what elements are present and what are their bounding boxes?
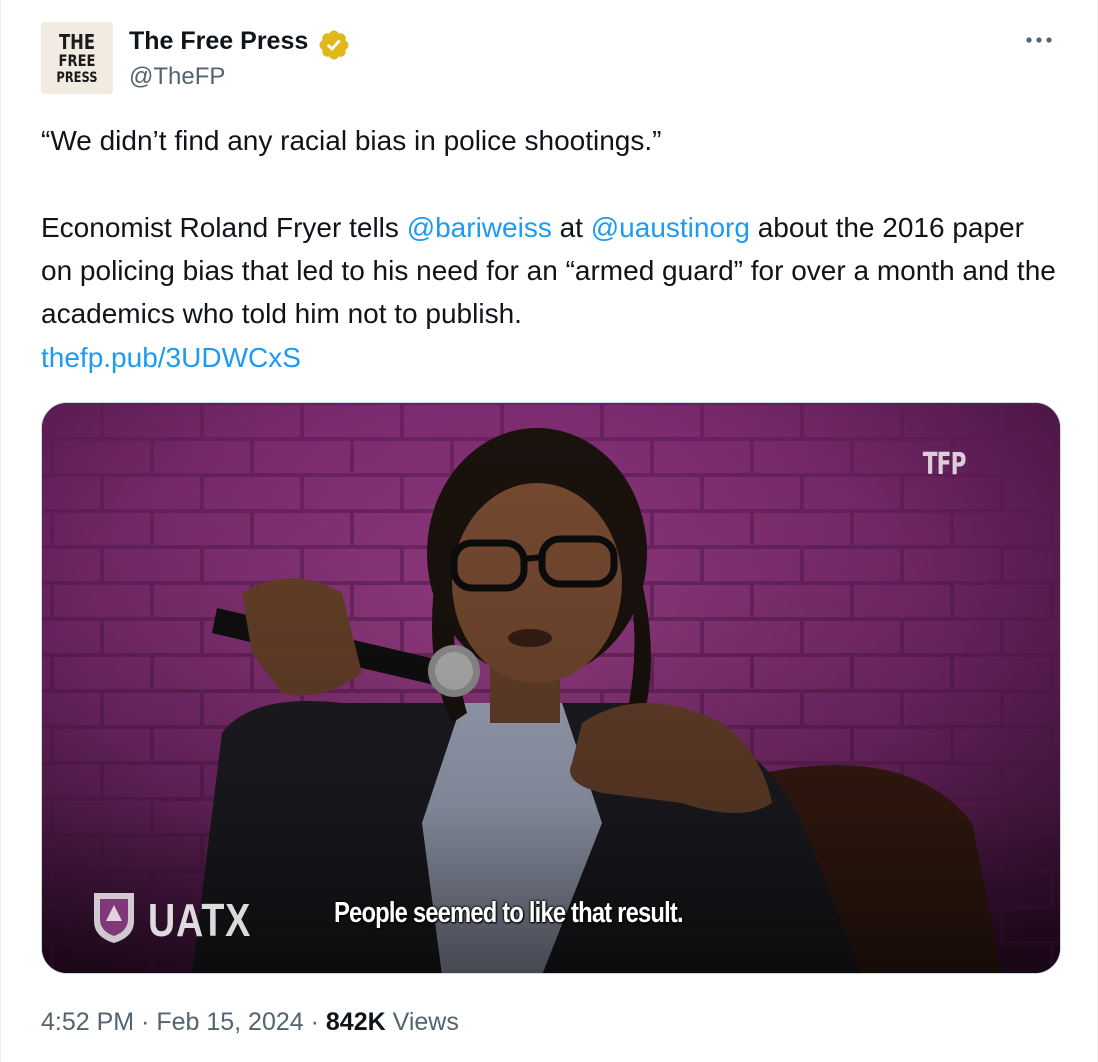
uatx-logo-text: UATX xyxy=(148,894,252,946)
video-caption: People seemed to like that result. xyxy=(334,897,684,929)
verified-badge-icon[interactable] xyxy=(317,28,351,62)
tweet-card: THE FREE PRESS The Free Press @TheFP “We… xyxy=(0,0,1098,1062)
mention-bariweiss[interactable]: @bariweiss xyxy=(407,212,552,243)
uatx-shield-icon xyxy=(94,893,134,943)
avatar[interactable]: THE FREE PRESS xyxy=(41,22,113,94)
tweet-text-quote: “We didn’t find any racial bias in polic… xyxy=(41,125,662,156)
video-player[interactable]: TFP UATX People seemed to like that resu… xyxy=(41,402,1061,974)
meta-separator: · xyxy=(134,1008,157,1036)
body-text-part: Economist Roland Fryer tells xyxy=(41,212,407,243)
ellipsis-icon xyxy=(1026,37,1052,43)
tweet-date[interactable]: Feb 15, 2024 xyxy=(156,1008,303,1036)
video-frame xyxy=(42,403,1060,973)
tweet-time[interactable]: 4:52 PM xyxy=(41,1008,134,1036)
body-text-part: at xyxy=(551,212,591,243)
free-press-logo: THE FREE PRESS xyxy=(41,22,113,94)
article-link[interactable]: thefp.pub/3UDWCxS xyxy=(41,336,301,379)
views-label: Views xyxy=(385,1008,459,1036)
tfp-watermark: TFP xyxy=(923,447,967,482)
mention-uaustinorg[interactable]: @uaustinorg xyxy=(591,212,750,243)
svg-text:FREE: FREE xyxy=(59,52,96,71)
tweet-text-body: Economist Roland Fryer tells @bariweiss … xyxy=(41,206,1061,335)
meta-separator: · xyxy=(303,1008,326,1036)
tweet-meta: 4:52 PM · Feb 15, 2024 · 842K Views xyxy=(41,1004,459,1040)
display-name[interactable]: The Free Press xyxy=(129,26,308,56)
svg-text:PRESS: PRESS xyxy=(56,70,97,86)
handle[interactable]: @TheFP xyxy=(129,62,225,92)
views-count[interactable]: 842K xyxy=(326,1008,386,1036)
more-options-button[interactable] xyxy=(1023,28,1055,52)
